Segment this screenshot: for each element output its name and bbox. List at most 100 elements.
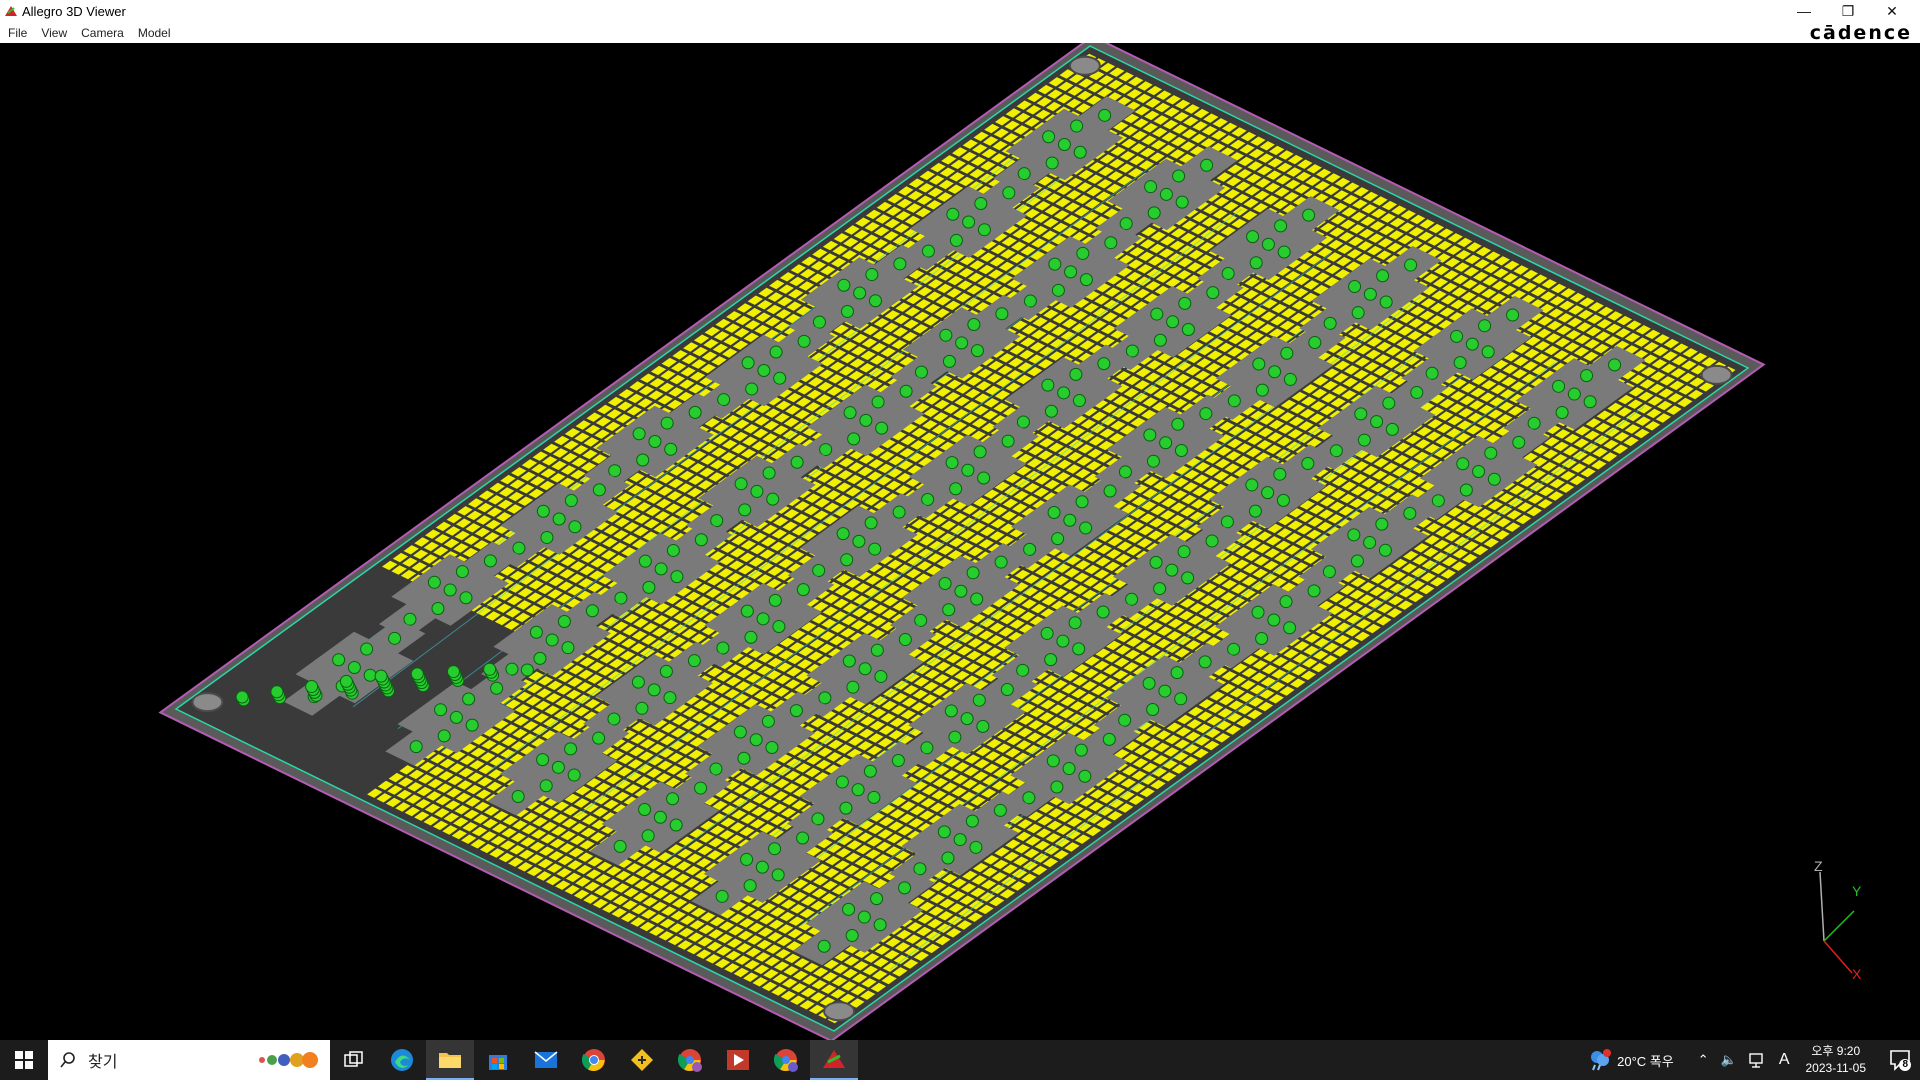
network-icon[interactable] xyxy=(1749,1052,1767,1068)
via xyxy=(1102,732,1116,746)
chrome-profile-2-icon[interactable] xyxy=(762,1040,810,1080)
via xyxy=(659,664,673,678)
via xyxy=(660,416,674,430)
chrome-icon[interactable] xyxy=(570,1040,618,1080)
ime-indicator[interactable]: A xyxy=(1779,1051,1790,1069)
task-view-icon[interactable] xyxy=(330,1040,378,1080)
weather-text[interactable]: 20°C 폭우 xyxy=(1617,1051,1674,1070)
via xyxy=(1181,571,1195,585)
via xyxy=(756,612,770,626)
mounting-hole xyxy=(191,692,224,713)
close-button[interactable]: ✕ xyxy=(1870,0,1914,22)
3d-viewport[interactable]: Z Y X xyxy=(0,43,1920,1040)
cadence-logo: cādence xyxy=(1809,21,1912,44)
mail-icon[interactable] xyxy=(522,1040,570,1080)
via xyxy=(1453,356,1467,370)
via xyxy=(1363,536,1377,550)
weather-icon[interactable] xyxy=(1587,1049,1612,1071)
via xyxy=(540,530,554,544)
via xyxy=(465,718,479,732)
via xyxy=(1277,245,1291,259)
via xyxy=(490,681,504,695)
minimize-button[interactable]: — xyxy=(1782,0,1826,22)
via xyxy=(1074,743,1088,757)
via xyxy=(870,643,884,657)
start-button[interactable] xyxy=(0,1040,48,1080)
via xyxy=(1302,208,1316,222)
via xyxy=(740,604,754,618)
via xyxy=(1472,465,1486,479)
via xyxy=(939,328,953,342)
connector-via xyxy=(305,680,319,694)
menu-file[interactable]: File xyxy=(8,26,27,40)
clock[interactable]: 오후 9:20 2023-11-05 xyxy=(1806,1043,1867,1077)
git-icon[interactable] xyxy=(618,1040,666,1080)
axis-x-label: X xyxy=(1852,966,1862,982)
via xyxy=(1042,130,1056,144)
via xyxy=(972,693,986,707)
chevron-up-icon[interactable]: ⌃ xyxy=(1698,1052,1709,1068)
via xyxy=(1051,283,1065,297)
menu-view[interactable]: View xyxy=(41,26,67,40)
via xyxy=(762,466,776,480)
via xyxy=(938,577,952,591)
menu-model[interactable]: Model xyxy=(138,26,171,40)
via xyxy=(449,710,463,724)
via xyxy=(1246,230,1260,244)
via xyxy=(360,642,374,656)
via xyxy=(363,668,377,682)
mounting-hole xyxy=(1068,55,1101,76)
store-icon[interactable] xyxy=(474,1040,522,1080)
via xyxy=(715,889,729,903)
via xyxy=(852,534,866,548)
search-placeholder: 찾기 xyxy=(88,1054,118,1071)
via xyxy=(666,543,680,557)
via xyxy=(1450,329,1464,343)
via xyxy=(733,725,747,739)
via xyxy=(868,542,882,556)
via xyxy=(1023,294,1037,308)
via xyxy=(403,612,417,626)
volume-icon[interactable]: 🔈 xyxy=(1721,1052,1737,1068)
via xyxy=(944,704,958,718)
via xyxy=(1174,443,1188,457)
via xyxy=(1072,642,1086,656)
via xyxy=(768,593,782,607)
via xyxy=(970,344,984,358)
via xyxy=(1174,692,1188,706)
via xyxy=(663,691,677,705)
edge-icon[interactable] xyxy=(378,1040,426,1080)
via xyxy=(766,492,780,506)
via xyxy=(993,803,1007,817)
via xyxy=(635,701,649,715)
via xyxy=(694,533,708,547)
file-explorer-icon[interactable] xyxy=(426,1040,474,1080)
chrome-profile-icon[interactable] xyxy=(666,1040,714,1080)
via xyxy=(1322,565,1336,579)
media-icon[interactable] xyxy=(714,1040,762,1080)
via xyxy=(1580,369,1594,383)
via xyxy=(875,421,889,435)
notification-button[interactable]: 8 xyxy=(1880,1040,1920,1080)
clock-time: 오후 9:20 xyxy=(1811,1044,1861,1058)
connector-via xyxy=(410,667,424,681)
via xyxy=(1283,372,1297,386)
menu-camera[interactable]: Camera xyxy=(81,26,124,40)
allegro-icon[interactable] xyxy=(810,1040,858,1080)
via xyxy=(545,633,559,647)
via xyxy=(840,304,854,318)
via xyxy=(1252,357,1266,371)
via xyxy=(845,929,859,943)
via xyxy=(741,356,755,370)
restore-button[interactable]: ❐ xyxy=(1826,0,1870,22)
via xyxy=(842,654,856,668)
search-box[interactable]: 찾기 xyxy=(48,1040,330,1080)
via xyxy=(755,860,769,874)
via xyxy=(835,775,849,789)
via xyxy=(1119,217,1133,231)
via xyxy=(1063,513,1077,527)
via xyxy=(1431,494,1445,508)
via xyxy=(1170,666,1184,680)
via xyxy=(533,651,547,665)
via xyxy=(666,792,680,806)
